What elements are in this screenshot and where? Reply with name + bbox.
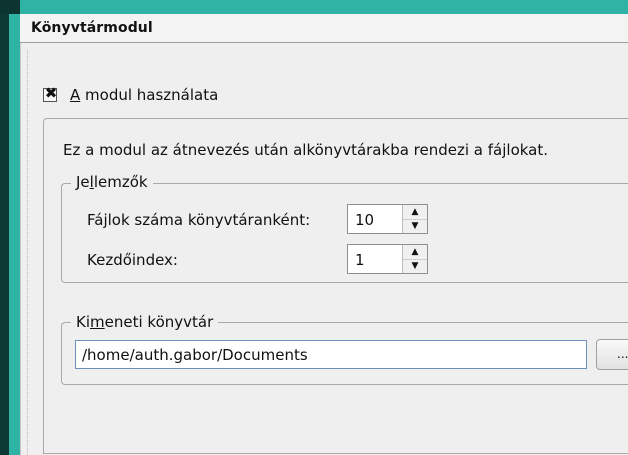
- properties-group-title: Jellemzők: [71, 173, 153, 191]
- browse-button-label: ...: [617, 347, 628, 361]
- use-module-label-text: modul használata: [80, 86, 219, 104]
- module-settings-group: [43, 118, 628, 454]
- module-description: Ez a modul az átnevezés után alkönyvtára…: [63, 141, 549, 159]
- files-per-directory-value: 10: [355, 211, 375, 229]
- checkmark-icon: ✖: [44, 84, 58, 102]
- panel-title: Könyvtármodul: [31, 20, 153, 36]
- window-left-edge: [0, 0, 9, 455]
- use-module-label[interactable]: A modul használata: [70, 86, 218, 104]
- files-per-directory-label: Fájlok száma könyvtáranként:: [87, 211, 311, 229]
- output-title-part: Ki: [76, 313, 91, 331]
- properties-title-rest: lemzők: [93, 173, 148, 191]
- output-directory-group-title: Kimeneti könyvtár: [71, 313, 219, 331]
- output-directory-input[interactable]: /home/auth.gabor/Documents: [75, 340, 587, 369]
- start-index-label: Kezdőindex:: [87, 251, 178, 269]
- window-corner: [0, 0, 20, 14]
- properties-title-part: Je: [76, 173, 90, 191]
- app-window: Könyvtármodul ✖ A modul használata Ez a …: [0, 0, 628, 455]
- output-title-rest: eneti könyvtár: [104, 313, 214, 331]
- spin-down-icon[interactable]: ▼: [403, 219, 427, 233]
- start-index-spin-buttons: ▲ ▼: [402, 245, 427, 273]
- use-module-checkbox[interactable]: ✖: [43, 84, 58, 102]
- use-module-accel: A: [70, 86, 81, 104]
- spin-up-icon[interactable]: ▲: [403, 205, 427, 220]
- window-left-border: [9, 0, 20, 455]
- spin-up-icon[interactable]: ▲: [403, 245, 427, 260]
- start-index-spinbox[interactable]: 1 ▲ ▼: [347, 244, 428, 274]
- output-title-accel: m: [90, 313, 105, 331]
- window-top-border: [0, 0, 628, 14]
- output-directory-value: /home/auth.gabor/Documents: [82, 346, 308, 364]
- panel-separator: [27, 50, 29, 455]
- spin-down-icon[interactable]: ▼: [403, 259, 427, 273]
- browse-button[interactable]: ...: [596, 339, 628, 370]
- files-per-directory-spinbox[interactable]: 10 ▲ ▼: [347, 204, 428, 234]
- start-index-value: 1: [355, 251, 365, 269]
- files-per-directory-spin-buttons: ▲ ▼: [402, 205, 427, 233]
